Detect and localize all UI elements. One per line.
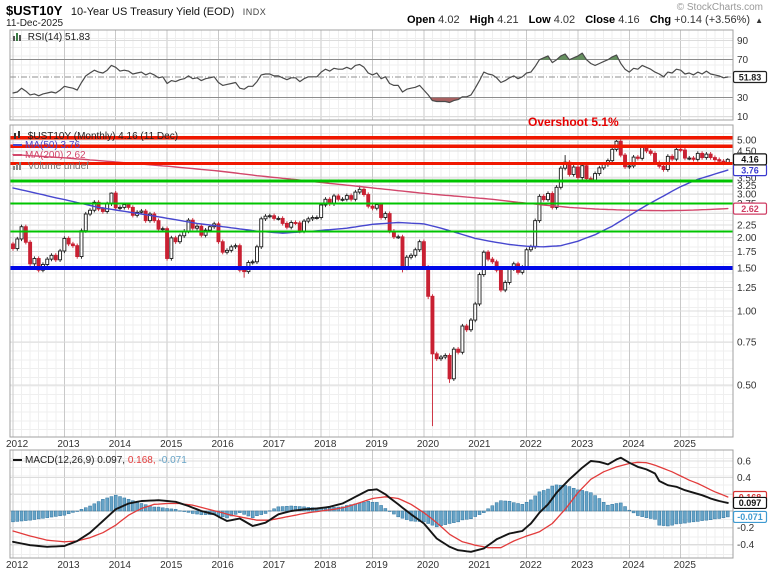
axis-tick-label: 2.00	[737, 233, 757, 244]
ohlc-readout: Open 4.02 High 4.21 Low 4.02 Close 4.16 …	[400, 14, 763, 26]
open-label: Open	[407, 14, 435, 26]
volume-legend-row: Volume undef	[13, 161, 178, 171]
macd-legend: MACD(12,26,9) 0.097, 0.168, -0.071	[13, 456, 187, 467]
axis-value-label: 3.76	[741, 165, 759, 175]
axis-tick-label: 1.50	[737, 264, 757, 275]
close-value: 4.16	[618, 14, 639, 26]
axis-tick-label: -0.2	[737, 523, 755, 534]
axis-tick-label: 1.00	[737, 307, 757, 318]
axis-tick-label: 0.4	[737, 473, 751, 484]
year-tick-label: 2014	[109, 560, 132, 571]
year-tick-label: 2014	[109, 439, 132, 450]
volume-bars-icon	[13, 161, 22, 174]
year-tick-label: 2020	[417, 560, 440, 571]
panel-border	[10, 125, 733, 437]
year-tick-label: 2021	[468, 560, 491, 571]
year-tick-label: 2024	[622, 439, 645, 450]
axis-tick-label: 30	[737, 93, 749, 104]
axis-tick-label: 10	[737, 112, 749, 123]
chg-value: +0.14 (+3.56%)	[674, 14, 750, 26]
low-value: 4.02	[554, 14, 575, 26]
year-tick-label: 2017	[263, 439, 286, 450]
year-tick-label: 2024	[622, 560, 645, 571]
axis-tick-label: 0.6	[737, 457, 751, 468]
year-tick-label: 2012	[6, 560, 29, 571]
axis-value-label: -0.071	[737, 512, 763, 522]
year-tick-label: 2013	[57, 560, 80, 571]
stockcharts-page: 9070301051.835.004.503.503.253.002.752.2…	[0, 0, 768, 574]
year-tick-label: 2021	[468, 439, 491, 450]
axis-tick-label: 1.25	[737, 283, 757, 294]
chart-canvas: 9070301051.835.004.503.503.253.002.752.2…	[0, 0, 768, 574]
high-value: 4.21	[497, 14, 518, 26]
axis-value-label: 51.83	[739, 72, 762, 82]
axis-value-label: 2.62	[741, 204, 759, 214]
year-tick-label: 2019	[366, 560, 389, 571]
year-tick-label: 2020	[417, 439, 440, 450]
year-tick-label: 2018	[314, 439, 337, 450]
high-label: High	[470, 14, 494, 26]
year-tick-label: 2012	[6, 439, 29, 450]
axis-value-label: 0.097	[739, 498, 762, 508]
macd-legend-label: MACD(12,26,9) 0.097,	[25, 455, 125, 466]
copyright-label: © StockCharts.com	[677, 2, 763, 13]
macd-signal-value: 0.168,	[128, 455, 156, 466]
year-tick-label: 2023	[571, 439, 594, 450]
low-label: Low	[529, 14, 551, 26]
year-tick-label: 2025	[674, 560, 697, 571]
year-tick-label: 2019	[366, 439, 389, 450]
rsi-legend-label: RSI(14) 51.83	[28, 32, 90, 43]
axis-tick-label: 0.75	[737, 337, 757, 348]
macd-hist-value: -0.071	[158, 455, 186, 466]
rsi-legend: RSI(14) 51.83	[13, 32, 90, 45]
symbol-description: 10-Year US Treasury Yield (EOD)	[71, 6, 234, 18]
year-tick-label: 2018	[314, 560, 337, 571]
close-label: Close	[585, 14, 615, 26]
axis-value-label: 4.16	[741, 155, 759, 165]
year-tick-label: 2023	[571, 560, 594, 571]
year-tick-label: 2015	[160, 560, 183, 571]
macd-line-swatch	[13, 459, 22, 461]
year-tick-label: 2022	[520, 560, 543, 571]
symbol-label: $UST10Y	[6, 3, 62, 18]
year-tick-label: 2022	[520, 439, 543, 450]
ma200-legend-label: MA(200) 2.62	[25, 150, 86, 161]
axis-tick-label: 5.00	[737, 135, 757, 146]
volume-legend-label: Volume undef	[28, 161, 89, 172]
axis-tick-label: 70	[737, 55, 749, 66]
macd-histogram	[12, 485, 730, 527]
overshoot-annotation: Overshoot 5.1%	[528, 117, 619, 128]
axis-tick-label: 2.25	[737, 220, 757, 231]
open-value: 4.02	[438, 14, 459, 26]
year-tick-label: 2016	[211, 439, 234, 450]
up-arrow-icon: ▲	[755, 16, 763, 25]
ma200-line-swatch	[13, 154, 22, 156]
axis-tick-label: 0.50	[737, 381, 757, 392]
year-tick-label: 2013	[57, 439, 80, 450]
exchange-label: INDX	[243, 7, 267, 17]
year-tick-label: 2017	[263, 560, 286, 571]
ma200-legend-row: MA(200) 2.62	[13, 151, 178, 161]
indicator-chart-icon	[13, 32, 22, 45]
chart-date: 11-Dec-2025	[6, 18, 63, 29]
chg-label: Chg	[650, 14, 671, 26]
axis-tick-label: 90	[737, 36, 749, 47]
axis-tick-label: 1.75	[737, 247, 757, 258]
year-tick-label: 2015	[160, 439, 183, 450]
ma50-line-swatch	[13, 144, 22, 146]
year-tick-label: 2025	[674, 439, 697, 450]
year-tick-label: 2016	[211, 560, 234, 571]
axis-tick-label: -0.4	[737, 540, 755, 551]
price-legend: $UST10Y (Monthly) 4.16 (11 Dec) MA(50) 3…	[13, 131, 178, 171]
